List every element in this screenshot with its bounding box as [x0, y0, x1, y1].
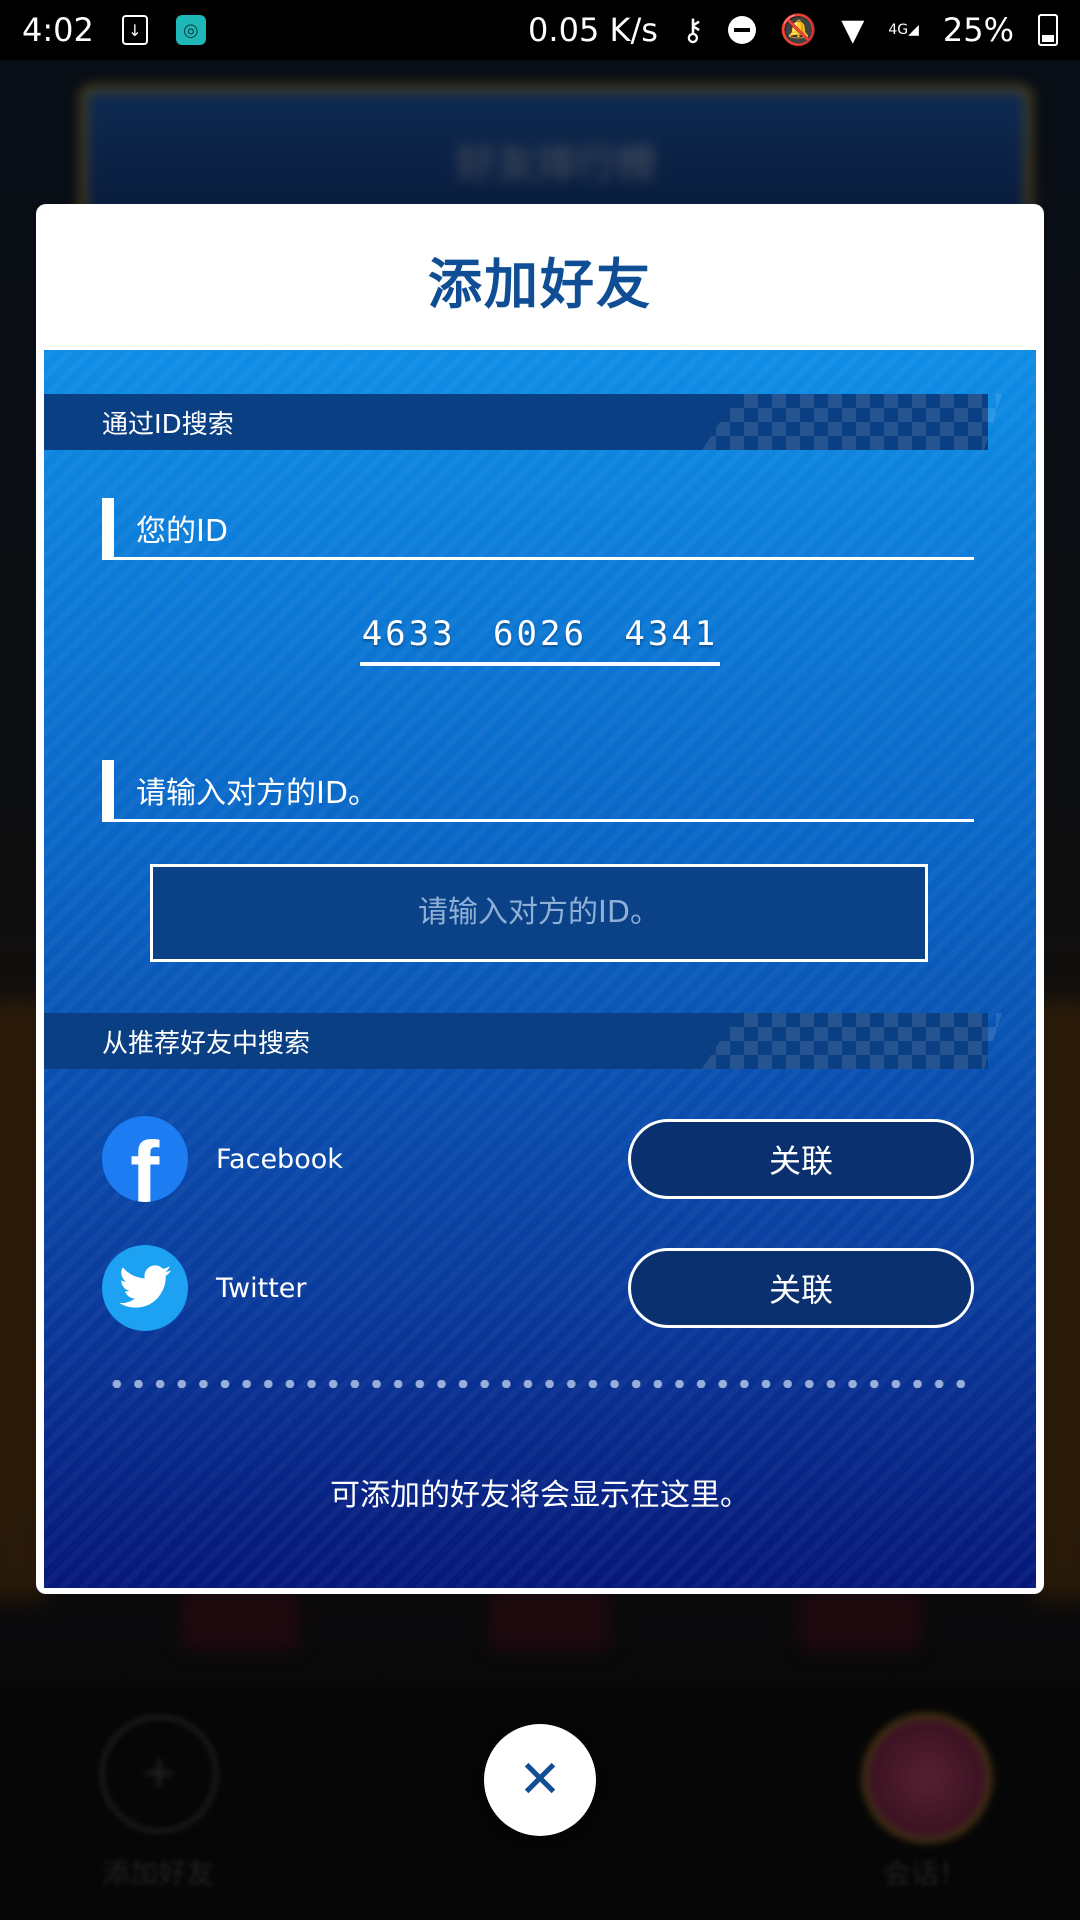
dotted-divider — [106, 1380, 972, 1388]
recommend-friends-header-text: 从推荐好友中搜索 — [102, 1028, 311, 1059]
enter-id-label-text: 请输入对方的ID。 — [136, 775, 378, 811]
signal-icon: 4G◢ — [888, 22, 919, 38]
twitter-link-button-label: 关联 — [768, 1271, 833, 1309]
close-button[interactable]: ✕ — [484, 1724, 596, 1836]
search-by-id-header: 通过ID搜索 — [44, 394, 988, 450]
your-id-value: 4633 6026 4341 — [44, 614, 1036, 666]
add-friend-dialog: 添加好友 通过ID搜索 您的ID 4633 6026 4341 请输入对方的ID… — [36, 204, 1044, 1594]
empty-friends-message: 可添加的好友将会显示在这里。 — [330, 1478, 750, 1513]
recommend-friends-header: 从推荐好友中搜索 — [44, 1013, 988, 1069]
facebook-label: Facebook — [216, 1143, 343, 1175]
do-not-disturb-icon — [727, 16, 756, 44]
battery-icon — [1038, 14, 1058, 46]
friend-id-input-placeholder: 请输入对方的ID。 — [418, 895, 660, 930]
enter-id-label: 请输入对方的ID。 — [102, 760, 974, 822]
facebook-link-button[interactable]: 关联 — [628, 1119, 974, 1199]
status-time: 4:02 — [22, 11, 94, 49]
download-icon: ↓ — [121, 15, 148, 45]
your-id-label-text: 您的ID — [136, 513, 228, 549]
your-id-text: 4633 6026 4341 — [359, 614, 721, 666]
dialog-panel: 通过ID搜索 您的ID 4633 6026 4341 请输入对方的ID。 请输入… — [44, 350, 1036, 1588]
facebook-link-button-label: 关联 — [768, 1142, 833, 1180]
network-type-label: 4G — [888, 22, 909, 38]
app-notification-icon: ◎ — [175, 15, 206, 45]
twitter-bird-icon — [120, 1265, 172, 1308]
key-icon: ⚷ — [681, 12, 704, 48]
your-id-label: 您的ID — [102, 498, 974, 560]
wifi-icon: ▼ — [841, 12, 865, 48]
network-speed: 0.05 K/s — [528, 11, 658, 49]
battery-level: 25% — [942, 11, 1014, 49]
status-bar: 4:02 ↓ ◎ 0.05 K/s ⚷ 🔕 ▼ 4G◢ 25% — [0, 0, 1080, 60]
facebook-row: Facebook 关联 — [102, 1114, 974, 1204]
bell-off-icon: 🔕 — [779, 12, 818, 48]
search-by-id-header-text: 通过ID搜索 — [102, 409, 234, 440]
twitter-label: Twitter — [216, 1272, 307, 1304]
friend-id-input[interactable]: 请输入对方的ID。 — [150, 864, 928, 962]
facebook-icon — [102, 1116, 188, 1202]
twitter-link-button[interactable]: 关联 — [628, 1248, 974, 1328]
close-icon: ✕ — [518, 1750, 562, 1810]
twitter-row: Twitter 关联 — [102, 1243, 974, 1333]
twitter-icon — [102, 1245, 188, 1331]
dialog-title: 添加好友 — [428, 252, 652, 316]
